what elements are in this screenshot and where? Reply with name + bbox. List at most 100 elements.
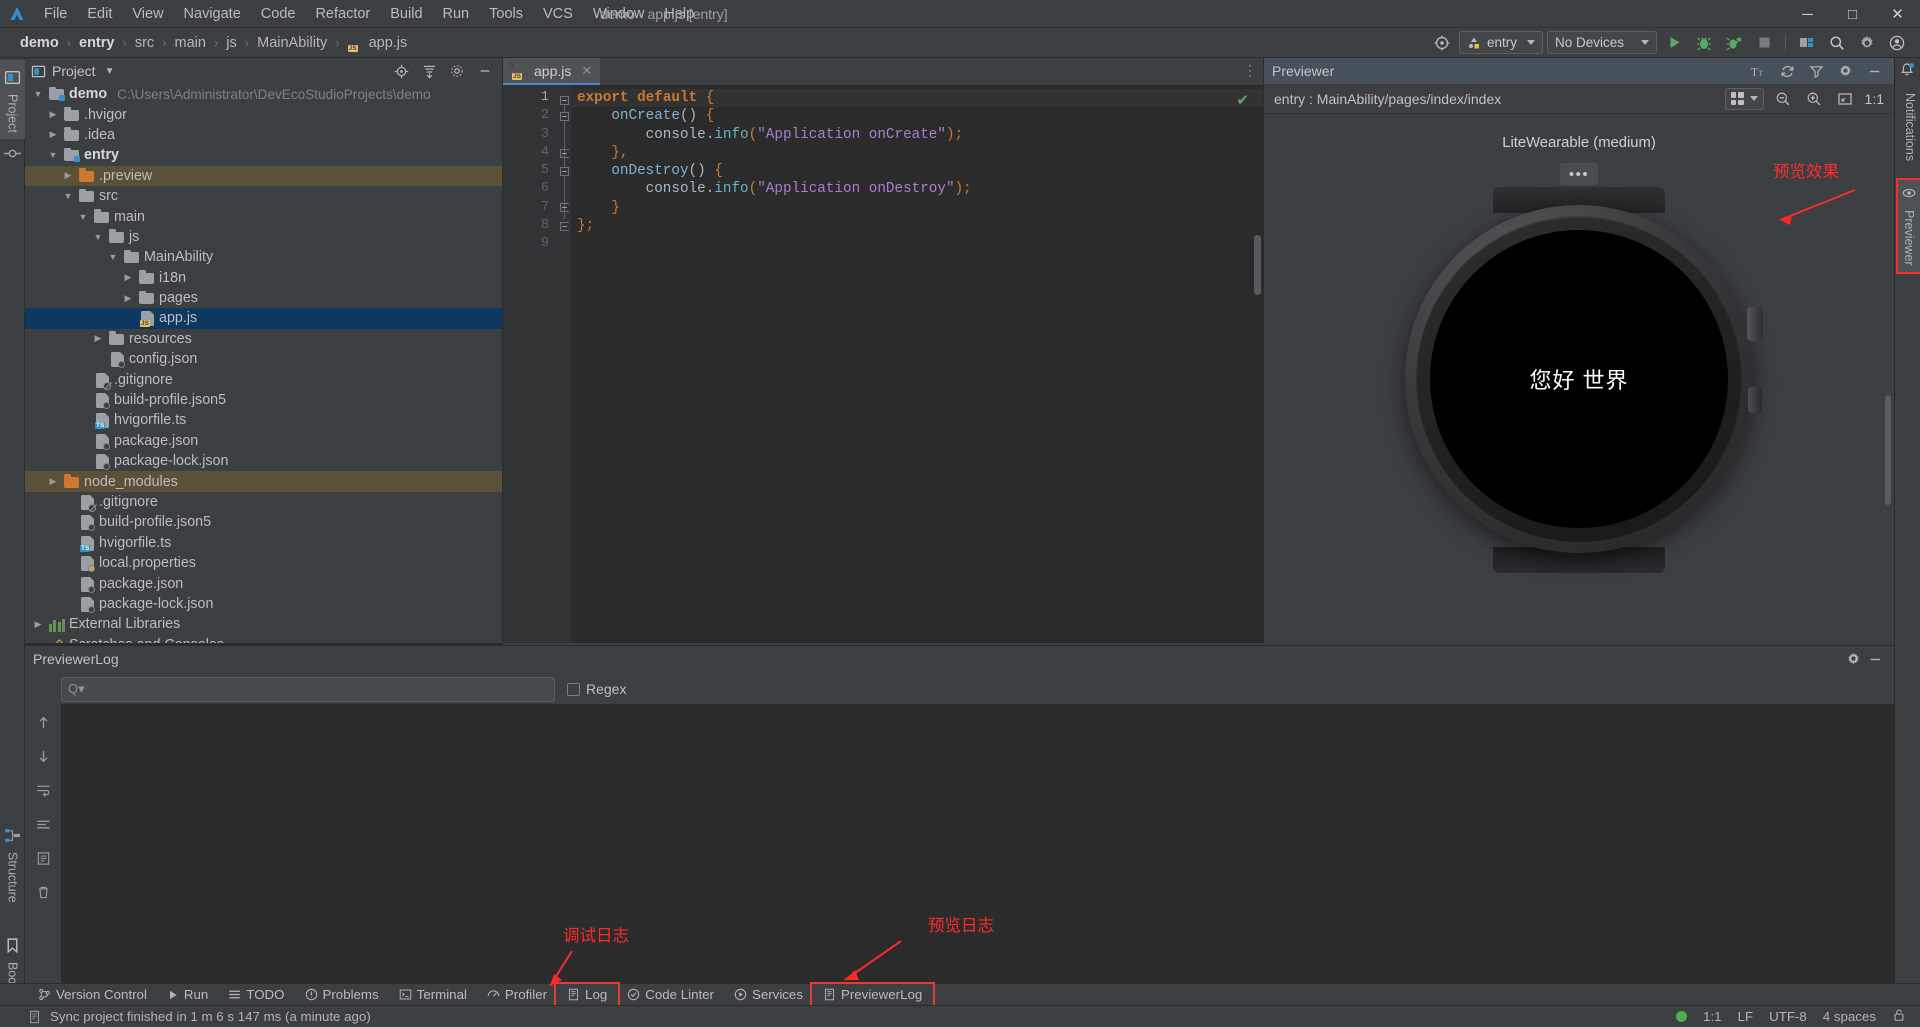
- gear-icon[interactable]: [1834, 61, 1857, 82]
- code-line[interactable]: };: [571, 217, 1263, 235]
- minimize-button[interactable]: ─: [1785, 0, 1830, 28]
- tree-node--gitignore[interactable]: .gitignore: [25, 492, 502, 512]
- file-encoding[interactable]: UTF-8: [1769, 1009, 1807, 1024]
- tree-node-i18n[interactable]: ▶ i18n: [25, 268, 502, 288]
- device-more-button[interactable]: •••: [1560, 163, 1598, 185]
- fit-screen-icon[interactable]: [1834, 88, 1857, 109]
- chevron-down-icon[interactable]: ▼: [31, 89, 45, 99]
- gear-icon[interactable]: [1854, 31, 1880, 55]
- tree-node-scratches-and-consoles[interactable]: Scratches and Consoles: [25, 635, 502, 643]
- main-toolbar[interactable]: entry No Devices: [1429, 31, 1920, 55]
- bottom-tab-todo[interactable]: TODO: [218, 985, 294, 1004]
- funnel-icon[interactable]: [1805, 61, 1828, 82]
- menu-vcs[interactable]: VCS: [533, 3, 583, 25]
- menu-navigate[interactable]: Navigate: [174, 3, 251, 25]
- bottom-tab-run[interactable]: Run: [157, 985, 218, 1004]
- tree-node-hvigorfile-ts[interactable]: TS hvigorfile.ts: [25, 533, 502, 553]
- fold-end-icon[interactable]: [559, 203, 569, 213]
- tree-node-package-json[interactable]: package.json: [25, 573, 502, 593]
- regex-checkbox-group[interactable]: Regex: [567, 681, 626, 697]
- breadcrumb-src[interactable]: src: [131, 34, 158, 52]
- breadcrumb-entry[interactable]: entry: [75, 34, 118, 52]
- target-icon[interactable]: [1429, 31, 1455, 55]
- status-right-group[interactable]: 1:1 LF UTF-8 4 spaces: [1676, 1008, 1920, 1025]
- tree-node-pages[interactable]: ▶ pages: [25, 288, 502, 308]
- code-line[interactable]: }: [571, 199, 1263, 217]
- run-configuration-selector[interactable]: entry: [1458, 31, 1543, 54]
- menu-code[interactable]: Code: [251, 3, 306, 25]
- chevron-right-icon[interactable]: ▶: [46, 476, 60, 487]
- text-size-icon[interactable]: TT: [1747, 61, 1770, 82]
- scroll-down-icon[interactable]: [33, 746, 53, 766]
- hide-panel-icon[interactable]: [474, 61, 496, 81]
- scroll-up-icon[interactable]: [33, 712, 53, 732]
- bottom-tab-terminal[interactable]: Terminal: [389, 985, 477, 1004]
- tree-node--idea[interactable]: ▶ .idea: [25, 125, 502, 145]
- sidebar-item-project[interactable]: Project: [0, 60, 25, 139]
- chevron-right-icon[interactable]: ▶: [121, 293, 135, 304]
- tree-node-demo[interactable]: ▼ demo C:\Users\Administrator\DevEcoStudio…: [25, 84, 502, 104]
- menu-bar[interactable]: File Edit View Navigate Code Refactor Bu…: [34, 3, 704, 25]
- tree-node-src[interactable]: ▼ src: [25, 186, 502, 206]
- sidebar-item-commit[interactable]: [0, 145, 25, 162]
- chevron-down-icon[interactable]: ▼: [76, 212, 90, 222]
- gear-icon[interactable]: [1842, 649, 1864, 669]
- lock-icon[interactable]: [1892, 1008, 1906, 1025]
- menu-window[interactable]: Window: [583, 3, 655, 25]
- collapse-all-icon[interactable]: [418, 61, 440, 81]
- project-panel-title-group[interactable]: Project ▼: [31, 63, 114, 79]
- minimize-icon[interactable]: [1864, 649, 1886, 669]
- breadcrumb-mainability[interactable]: MainAbility: [253, 34, 331, 52]
- regex-checkbox[interactable]: [567, 682, 580, 696]
- menu-build[interactable]: Build: [380, 3, 432, 25]
- bell-icon[interactable]: [1899, 62, 1915, 78]
- menu-refactor[interactable]: Refactor: [305, 3, 380, 25]
- tree-node-package-lock-json[interactable]: package-lock.json: [25, 594, 502, 614]
- tree-node-main[interactable]: ▼ main: [25, 206, 502, 226]
- tree-node-js[interactable]: ▼ js: [25, 227, 502, 247]
- chevron-right-icon[interactable]: ▶: [46, 129, 60, 140]
- editor-options-kebab-icon[interactable]: ⋮: [1243, 62, 1257, 79]
- window-controls[interactable]: ─ □ ✕: [1785, 0, 1920, 28]
- breadcrumb-main[interactable]: main: [171, 34, 210, 52]
- editor-scrollbar[interactable]: [1254, 235, 1261, 295]
- menu-help[interactable]: Help: [654, 3, 704, 25]
- locate-icon[interactable]: [390, 61, 412, 81]
- project-tree[interactable]: ▼ demo C:\Users\Administrator\DevEcoStudio…: [25, 84, 502, 643]
- fold-end-icon[interactable]: [559, 221, 569, 231]
- tree-node-config-json[interactable]: config.json: [25, 349, 502, 369]
- refresh-icon[interactable]: [1776, 61, 1799, 82]
- menu-view[interactable]: View: [122, 3, 173, 25]
- code-line[interactable]: export default {: [571, 89, 1263, 108]
- bottom-tab-profiler[interactable]: Profiler: [477, 985, 557, 1004]
- minimize-icon[interactable]: [1863, 61, 1886, 82]
- code-content[interactable]: export default { onCreate() { console.in…: [571, 85, 1263, 643]
- bottom-tab-code-linter[interactable]: Code Linter: [617, 985, 724, 1004]
- tree-node-entry[interactable]: ▼ entry: [25, 145, 502, 165]
- rail-label-notifications[interactable]: Notifications: [1899, 87, 1920, 167]
- fold-end-icon[interactable]: [559, 148, 569, 158]
- chevron-down-icon[interactable]: ▼: [106, 252, 120, 262]
- close-icon[interactable]: ✕: [581, 63, 592, 79]
- tree-node-package-lock-json[interactable]: package-lock.json: [25, 451, 502, 471]
- code-line[interactable]: onDestroy() {: [571, 162, 1263, 180]
- soft-wrap-icon[interactable]: [33, 780, 53, 800]
- settings-icon[interactable]: [446, 61, 468, 81]
- bottom-tab-problems[interactable]: Problems: [295, 985, 389, 1004]
- close-button[interactable]: ✕: [1875, 0, 1920, 28]
- project-structure-icon[interactable]: [1794, 31, 1820, 55]
- code-editor[interactable]: 123456789 export default { onCreate() { …: [503, 85, 1263, 643]
- console-icon[interactable]: [33, 814, 53, 834]
- chevron-right-icon[interactable]: ▶: [91, 333, 105, 344]
- chevron-down-icon[interactable]: ▼: [91, 232, 105, 242]
- trash-icon[interactable]: [33, 882, 53, 902]
- bottom-tab-previewerlog[interactable]: PreviewerLog: [809, 982, 936, 1007]
- search-icon[interactable]: [1824, 31, 1850, 55]
- fold-marker-icon[interactable]: [559, 111, 569, 121]
- chevron-right-icon[interactable]: ▶: [61, 170, 75, 181]
- tree-node--gitignore[interactable]: .gitignore: [25, 369, 502, 390]
- code-line[interactable]: onCreate() {: [571, 107, 1263, 125]
- chevron-down-icon[interactable]: ▼: [61, 191, 75, 201]
- indent-setting[interactable]: 4 spaces: [1823, 1009, 1876, 1024]
- code-line[interactable]: },: [571, 144, 1263, 162]
